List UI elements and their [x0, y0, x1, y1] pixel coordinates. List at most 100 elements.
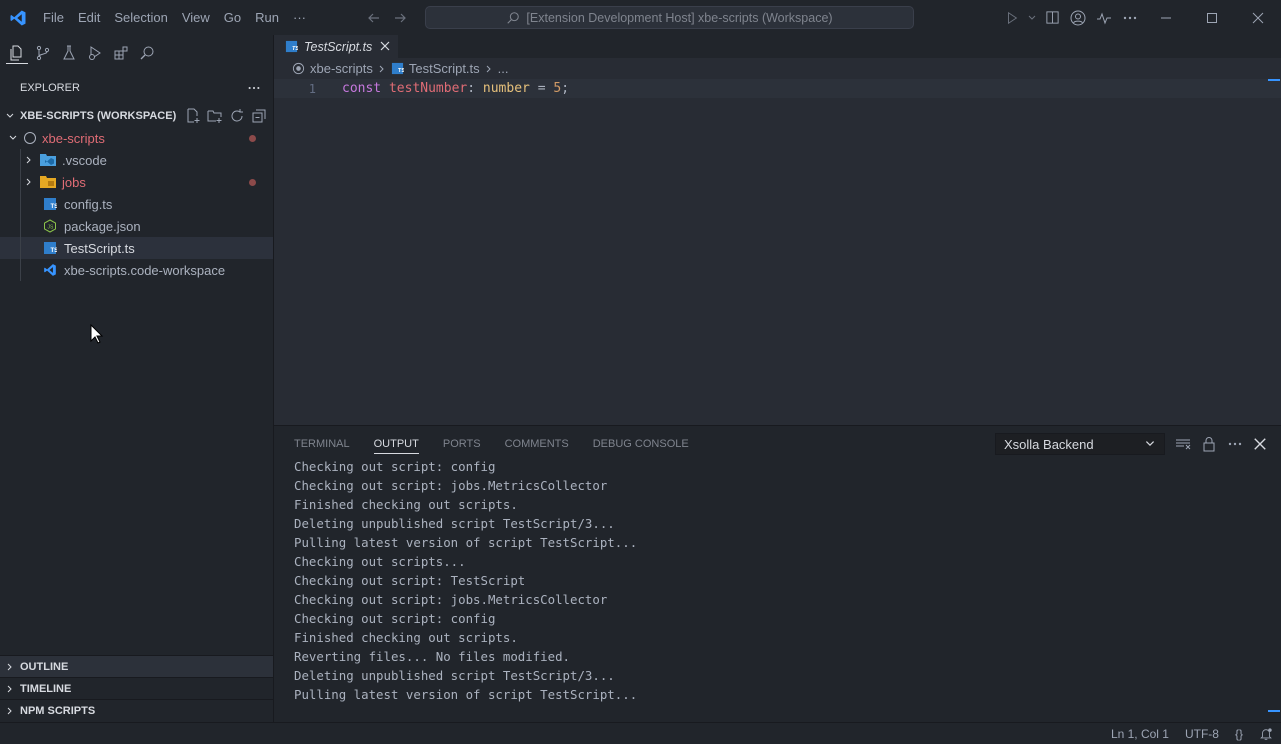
menu-view[interactable]: View [175, 0, 217, 35]
output-channel-select[interactable]: Xsolla Backend [995, 433, 1165, 455]
title-actions [999, 0, 1281, 35]
menu-file[interactable]: File [36, 0, 71, 35]
indent-guide [20, 171, 21, 193]
breadcrumb-item[interactable]: xbe-scripts [310, 61, 373, 76]
run-dropdown-icon[interactable] [1025, 0, 1039, 35]
command-center[interactable]: [Extension Development Host] xbe-scripts… [425, 6, 914, 29]
sidebar: EXPLORER XBE-SCRIPTS (WORKSPACE) xbe-scr… [0, 35, 274, 722]
section-outline[interactable]: OUTLINE [0, 655, 273, 677]
section-npm-scripts[interactable]: NPM SCRIPTS [0, 699, 273, 721]
search-icon[interactable] [136, 42, 158, 64]
pulse-icon[interactable] [1091, 0, 1117, 35]
more-actions-icon[interactable] [1117, 0, 1143, 35]
modified-dot [249, 179, 256, 186]
new-folder-icon[interactable] [207, 108, 223, 124]
typescript-file-icon: TS [42, 196, 58, 212]
output-line: Checking out script: jobs.MetricsCollect… [294, 478, 608, 493]
toggle-panel-icon[interactable] [1039, 0, 1065, 35]
tree-item-label: TestScript.ts [64, 240, 135, 256]
output-channel-value: Xsolla Backend [1004, 436, 1094, 452]
menu-more[interactable]: ··· [286, 0, 313, 35]
explorer-icon[interactable] [6, 42, 28, 64]
notifications-icon[interactable] [1259, 727, 1273, 741]
encoding[interactable]: UTF-8 [1185, 727, 1219, 741]
keyword-token: const [342, 81, 382, 96]
section-label: TIMELINE [20, 682, 72, 695]
chevron-right-icon [0, 706, 20, 716]
clear-output-icon[interactable] [1175, 436, 1191, 452]
code-editor[interactable]: 1 const testNumber: number = 5; [274, 79, 1281, 425]
close-panel-icon[interactable] [1253, 437, 1267, 451]
more-icon[interactable] [1227, 436, 1243, 452]
section-timeline[interactable]: TIMELINE [0, 677, 273, 699]
output-line: Reverting files... No files modified. [294, 649, 571, 664]
line-number: 1 [308, 81, 316, 96]
output-line: Checking out script: config [294, 459, 496, 474]
activity-bar [0, 35, 273, 71]
new-file-icon[interactable] [185, 108, 201, 124]
explorer-title: EXPLORER [20, 82, 80, 94]
type-token: number [482, 81, 530, 96]
menu-edit[interactable]: Edit [71, 0, 107, 35]
typescript-file-icon: TS [285, 40, 298, 52]
cursor-position[interactable]: Ln 1, Col 1 [1111, 727, 1169, 741]
menu-selection[interactable]: Selection [107, 0, 174, 35]
output-log[interactable]: Checking out script: config Checking out … [294, 457, 637, 704]
section-label: NPM SCRIPTS [20, 704, 96, 717]
breadcrumb-item[interactable]: ... [498, 61, 509, 76]
explorer-header: EXPLORER [0, 71, 273, 105]
breadcrumb: xbe-scripts TS TestScript.ts ... [274, 58, 1281, 79]
status-bar: Ln 1, Col 1 UTF-8 {} [0, 722, 1281, 744]
testing-icon[interactable] [58, 42, 80, 64]
vscode-logo-icon [0, 0, 36, 35]
search-icon [507, 11, 520, 24]
close-icon[interactable] [378, 39, 392, 53]
output-line: Pulling latest version of script TestScr… [294, 687, 638, 702]
variable-token: testNumber [388, 81, 468, 96]
source-control-icon[interactable] [32, 42, 54, 64]
account-icon[interactable] [1065, 0, 1091, 35]
tree-item-root[interactable]: xbe-scripts [0, 127, 273, 149]
maximize-icon[interactable] [1189, 0, 1235, 35]
workspace-header[interactable]: XBE-SCRIPTS (WORKSPACE) [0, 105, 273, 127]
menu-run[interactable]: Run [248, 0, 286, 35]
workspace-file-icon [42, 262, 58, 278]
chevron-right-icon [0, 662, 20, 672]
minimize-icon[interactable] [1143, 0, 1189, 35]
lock-icon[interactable] [1201, 436, 1217, 452]
indent-guide [20, 149, 21, 171]
menu-go[interactable]: Go [217, 0, 248, 35]
language-braces[interactable]: {} [1235, 727, 1243, 741]
forward-arrow-icon[interactable] [392, 10, 408, 26]
tree-item-package-json[interactable]: JS package.json [0, 215, 273, 237]
close-window-icon[interactable] [1235, 0, 1281, 35]
tree-item-label: jobs [62, 174, 86, 190]
back-arrow-icon[interactable] [366, 10, 382, 26]
more-icon[interactable] [247, 81, 261, 95]
vscode-folder-icon [40, 152, 56, 168]
scrollbar-marker [1268, 710, 1280, 712]
svg-text:TS: TS [51, 204, 58, 210]
tab-testscript[interactable]: TS TestScript.ts [274, 35, 398, 58]
run-debug-icon[interactable] [84, 42, 106, 64]
breadcrumb-item[interactable]: TestScript.ts [409, 61, 480, 76]
bottom-panel: TERMINAL OUTPUT PORTS COMMENTS DEBUG CON… [274, 425, 1281, 722]
tree-item-code-workspace[interactable]: xbe-scripts.code-workspace [0, 259, 273, 281]
scrollbar-marker [1268, 79, 1280, 81]
indent-guide [20, 215, 21, 237]
chevron-right-icon [379, 65, 384, 72]
typescript-file-icon: TS [391, 62, 404, 74]
tree-item-jobs[interactable]: jobs [0, 171, 273, 193]
tree-item-testscript[interactable]: TS TestScript.ts [0, 237, 273, 259]
collapse-all-icon[interactable] [251, 108, 267, 124]
run-icon[interactable] [999, 0, 1025, 35]
tree-item-label: xbe-scripts.code-workspace [64, 262, 226, 278]
refresh-icon[interactable] [229, 108, 245, 124]
svg-text:TS: TS [292, 46, 298, 52]
jobs-folder-icon [40, 174, 56, 190]
tree-item-vscode[interactable]: .vscode [0, 149, 273, 171]
title-bar: File Edit Selection View Go Run ··· [Ext… [0, 0, 1281, 35]
root-folder-icon [292, 62, 305, 75]
tree-item-config[interactable]: TS config.ts [0, 193, 273, 215]
extensions-icon[interactable] [110, 42, 132, 64]
